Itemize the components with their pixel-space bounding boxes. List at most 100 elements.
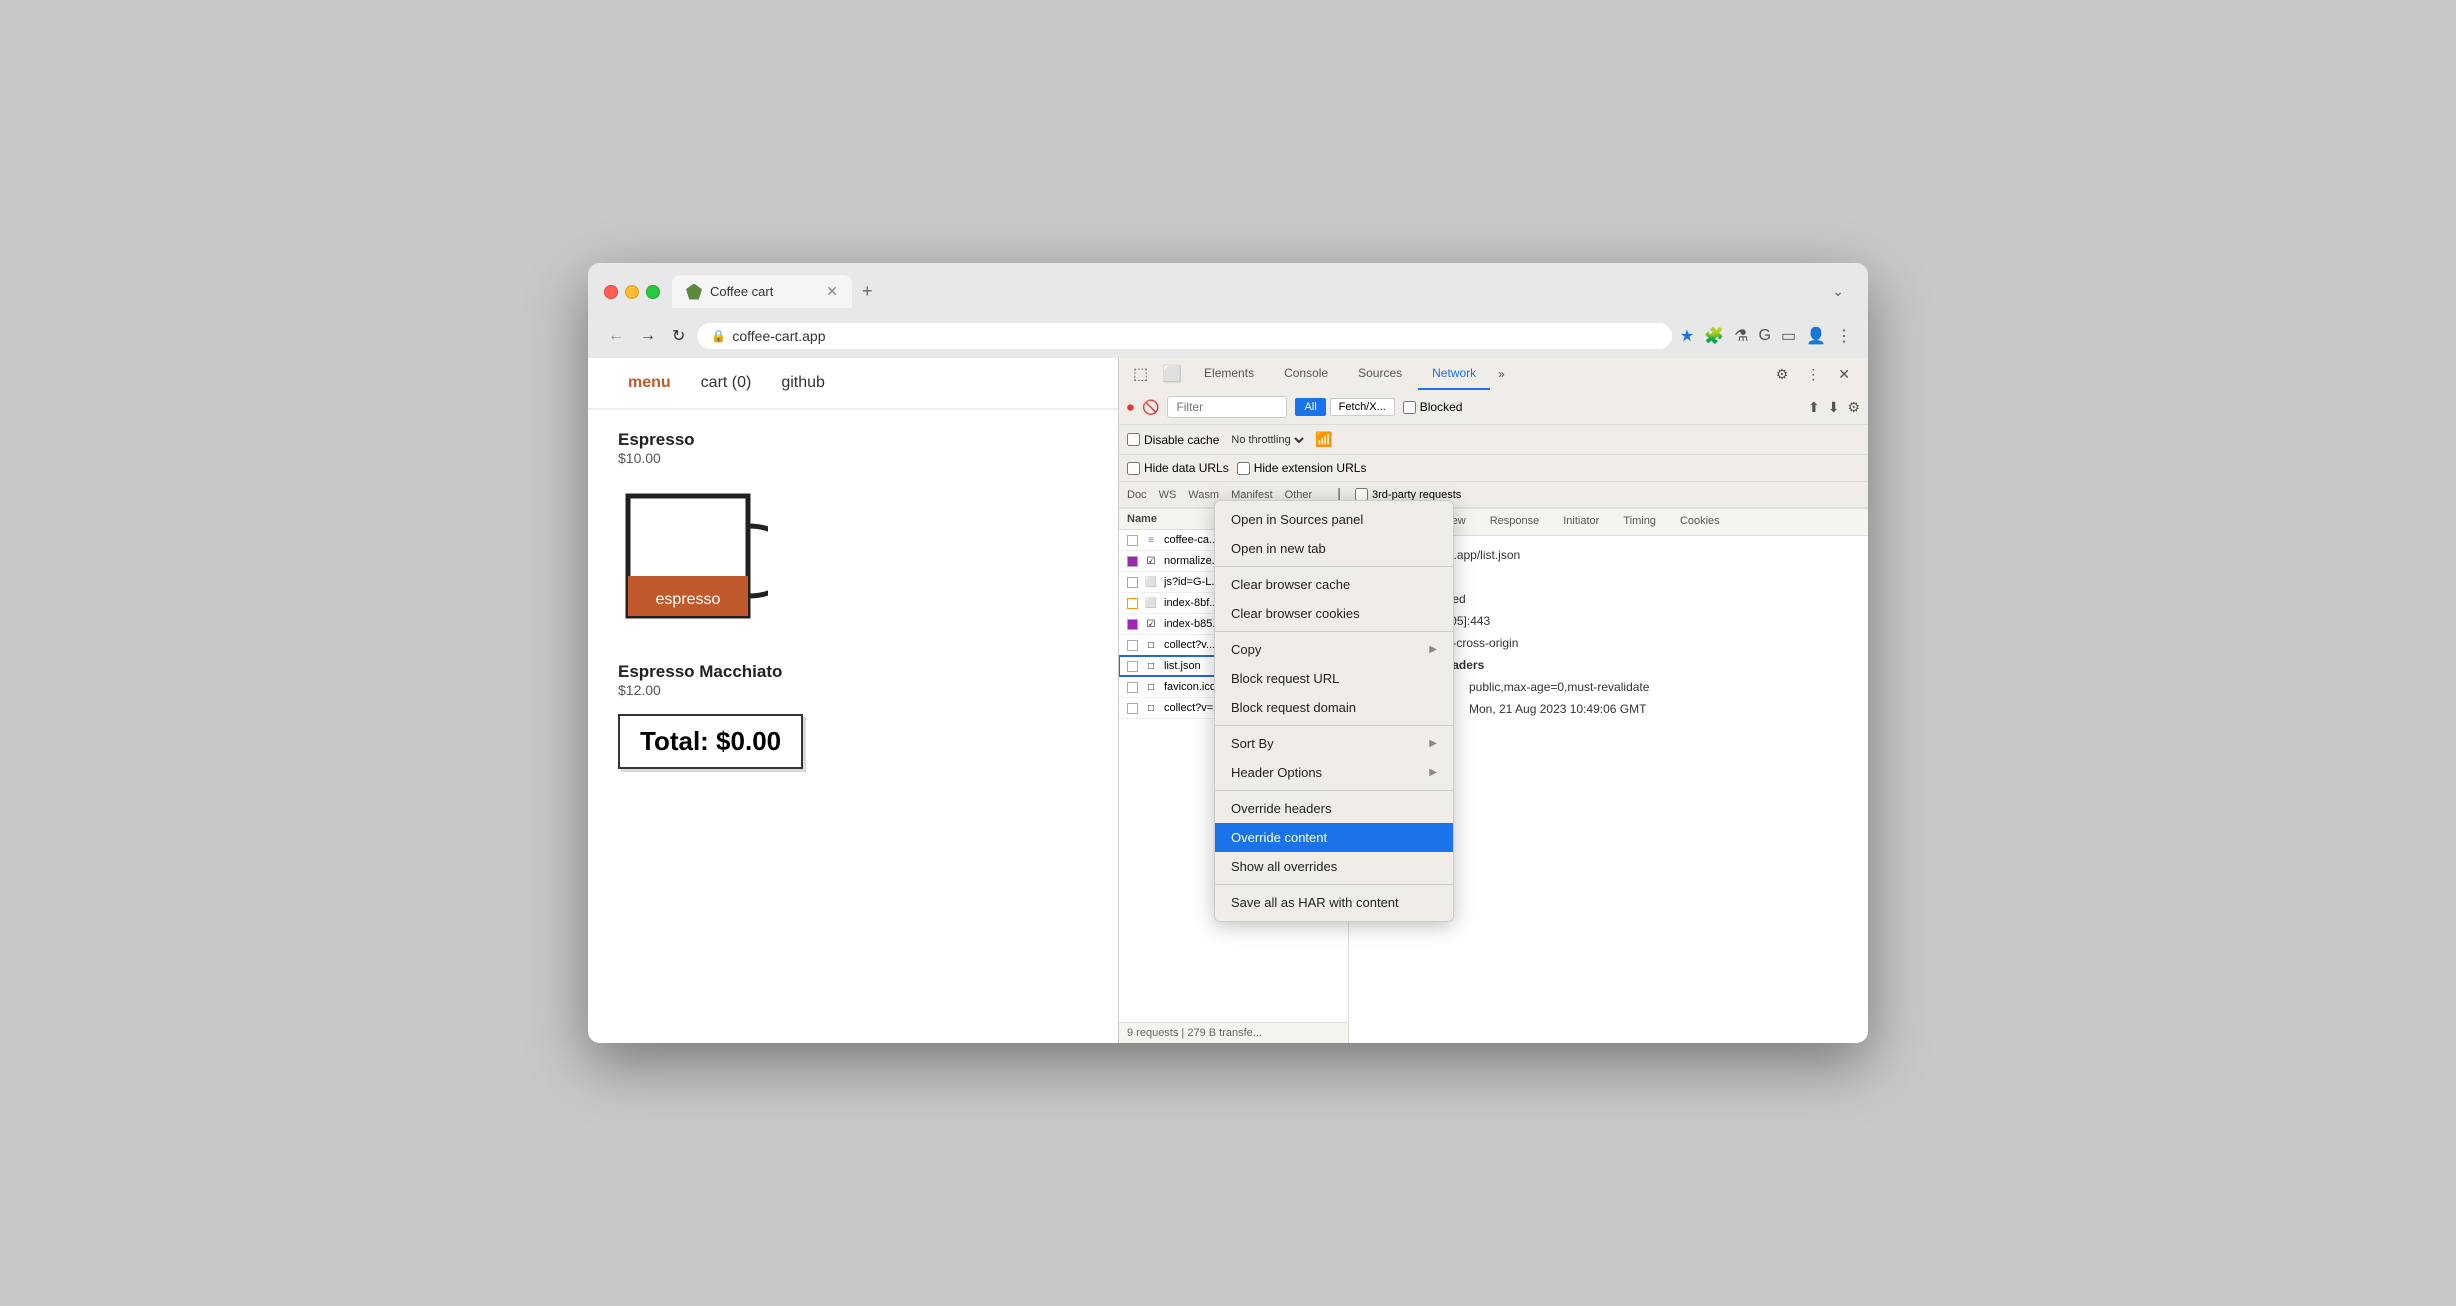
extensions-icon[interactable]: 🧩 (1704, 326, 1724, 346)
wifi-icon: 📶 (1315, 431, 1332, 448)
tab-network[interactable]: Network (1418, 358, 1490, 390)
maximize-button[interactable] (646, 285, 660, 299)
menu-copy[interactable]: Copy ▶ (1215, 635, 1453, 664)
tab-timing[interactable]: Timing (1611, 509, 1668, 535)
devtools-close-button[interactable]: ✕ (1832, 362, 1856, 387)
doc-filter[interactable]: Doc (1127, 489, 1147, 501)
menu-override-content[interactable]: Override content (1215, 823, 1453, 852)
tab-strip-dropdown[interactable]: ⌄ (1832, 283, 1852, 300)
item-checkbox[interactable] (1127, 577, 1138, 588)
filter-input[interactable] (1167, 396, 1287, 418)
nav-menu[interactable]: menu (628, 374, 671, 392)
menu-open-tab[interactable]: Open in new tab (1215, 534, 1453, 563)
hide-ext-urls-label[interactable]: Hide extension URLs (1237, 461, 1367, 475)
menu-override-headers[interactable]: Override headers (1215, 794, 1453, 823)
tab-more[interactable]: » (1492, 359, 1511, 389)
item-checkbox[interactable] (1127, 640, 1138, 651)
throttle-select[interactable]: No throttling Fast 3G Slow 3G (1227, 433, 1307, 447)
item-checkbox[interactable] (1127, 703, 1138, 714)
devtools-more-button[interactable]: ⋮ (1800, 362, 1826, 387)
manifest-filter[interactable]: Manifest (1231, 489, 1273, 501)
menu-save-har-label: Save all as HAR with content (1231, 895, 1399, 910)
forward-button[interactable]: → (636, 323, 660, 349)
address-input[interactable]: 🔒 coffee-cart.app (697, 323, 1671, 349)
chrome-menu-icon[interactable]: ⋮ (1836, 326, 1852, 346)
hide-data-urls-label[interactable]: Hide data URLs (1127, 461, 1229, 475)
menu-open-sources[interactable]: Open in Sources panel (1215, 505, 1453, 534)
item-checkbox[interactable] (1127, 535, 1138, 546)
device-mode-icon[interactable]: ⬜ (1156, 360, 1188, 388)
active-tab[interactable]: Coffee cart ✕ (672, 275, 852, 308)
back-button[interactable]: ← (604, 323, 628, 349)
title-bar: Coffee cart ✕ + ⌄ (588, 263, 1868, 316)
download-icon[interactable]: ⬇ (1828, 399, 1840, 416)
tab-elements[interactable]: Elements (1190, 358, 1268, 390)
website-content: menu cart (0) github Espresso $10.00 (588, 358, 1118, 1043)
hide-data-urls-checkbox[interactable] (1127, 462, 1140, 475)
minimize-button[interactable] (625, 285, 639, 299)
espresso-cup[interactable]: espresso (618, 476, 768, 646)
menu-show-overrides[interactable]: Show all overrides (1215, 852, 1453, 881)
hide-data-urls-text: Hide data URLs (1144, 461, 1229, 475)
other-filter[interactable]: Other (1285, 489, 1313, 501)
wasm-filter[interactable]: Wasm (1188, 489, 1219, 501)
menu-clear-cookies-label: Clear browser cookies (1231, 606, 1360, 621)
devtools-settings-button[interactable]: ⚙ (1770, 362, 1795, 387)
nav-cart[interactable]: cart (0) (701, 374, 752, 392)
menu-clear-cookies[interactable]: Clear browser cookies (1215, 599, 1453, 628)
menu-block-domain[interactable]: Block request domain (1215, 693, 1453, 722)
disable-cache-checkbox[interactable] (1127, 433, 1140, 446)
tab-close-button[interactable]: ✕ (826, 283, 838, 300)
sidebar-icon[interactable]: ▭ (1781, 326, 1796, 346)
clear-button[interactable]: 🚫 (1142, 399, 1159, 416)
menu-divider (1215, 631, 1453, 632)
blocked-check[interactable] (1403, 401, 1416, 414)
content-area: menu cart (0) github Espresso $10.00 (588, 358, 1868, 1043)
menu-clear-cache[interactable]: Clear browser cache (1215, 570, 1453, 599)
item-checkbox[interactable] (1127, 661, 1138, 672)
img-icon: □ (1144, 682, 1158, 693)
item-checkbox[interactable] (1127, 598, 1138, 609)
chip-fetch[interactable]: Fetch/X... (1330, 398, 1395, 416)
product-macchiato: Espresso Macchiato $12.00 (618, 662, 1088, 698)
item-checkbox[interactable] (1127, 619, 1138, 630)
browser-window: Coffee cart ✕ + ⌄ ← → ↻ 🔒 coffee-cart.ap… (588, 263, 1868, 1043)
hide-ext-urls-checkbox[interactable] (1237, 462, 1250, 475)
upload-icon[interactable]: ⬆ (1808, 399, 1820, 416)
nav-github[interactable]: github (781, 374, 825, 392)
record-button[interactable]: ⏺ (1127, 399, 1134, 416)
product-espresso: Espresso $10.00 espresso (618, 430, 1088, 646)
blocked-checkbox[interactable]: Blocked (1403, 400, 1463, 414)
menu-sort-by[interactable]: Sort By ▶ (1215, 729, 1453, 758)
profile-icon[interactable]: 👤 (1806, 326, 1826, 346)
tab-initiator[interactable]: Initiator (1551, 509, 1611, 535)
network-settings-icon[interactable]: ⚙ (1847, 399, 1860, 416)
menu-clear-cache-label: Clear browser cache (1231, 577, 1350, 592)
menu-block-url[interactable]: Block request URL (1215, 664, 1453, 693)
tab-console[interactable]: Console (1270, 358, 1342, 390)
menu-header-options[interactable]: Header Options ▶ (1215, 758, 1453, 787)
product-price: $10.00 (618, 450, 1088, 466)
disable-cache-label[interactable]: Disable cache (1127, 433, 1219, 447)
bookmark-icon[interactable]: ★ (1680, 326, 1694, 346)
tab-cookies[interactable]: Cookies (1668, 509, 1732, 535)
labs-icon[interactable]: ⚗ (1734, 326, 1748, 346)
grammarly-icon[interactable]: G (1759, 327, 1771, 345)
tab-response[interactable]: Response (1478, 509, 1552, 535)
close-button[interactable] (604, 285, 618, 299)
item-checkbox[interactable] (1127, 556, 1138, 567)
new-tab-button[interactable]: + (852, 277, 883, 306)
reload-button[interactable]: ↻ (668, 322, 689, 350)
cache-control-value: public,max-age=0,must-revalidate (1469, 680, 1856, 694)
hide-ext-urls-text: Hide extension URLs (1254, 461, 1367, 475)
css-icon: ☑ (1144, 619, 1158, 630)
ws-filter[interactable]: WS (1159, 489, 1177, 501)
tab-favicon (686, 284, 702, 300)
chip-all[interactable]: All (1295, 398, 1325, 416)
blocked-label: Blocked (1420, 400, 1463, 414)
total-badge: Total: $0.00 (618, 714, 803, 769)
tab-sources[interactable]: Sources (1344, 358, 1416, 390)
menu-save-har[interactable]: Save all as HAR with content (1215, 888, 1453, 917)
item-checkbox[interactable] (1127, 682, 1138, 693)
inspect-element-icon[interactable]: ⬚ (1127, 360, 1154, 388)
